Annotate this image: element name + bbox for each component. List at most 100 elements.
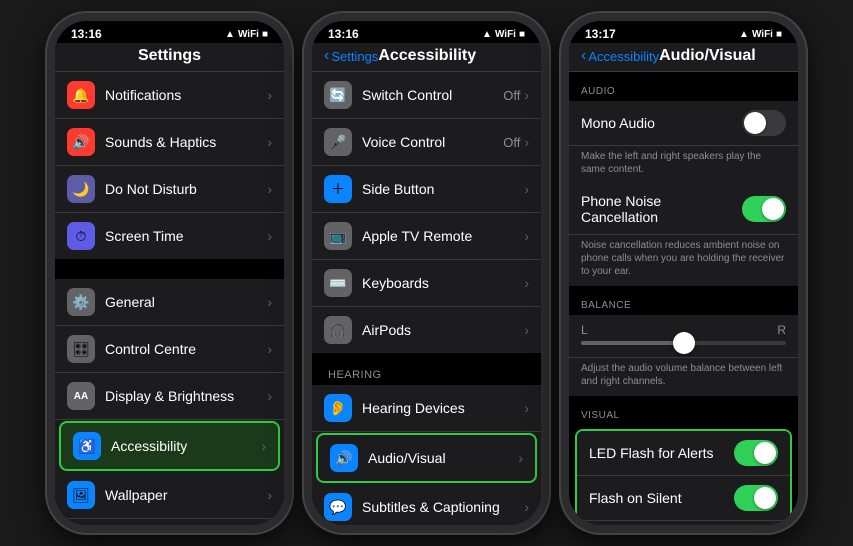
settings-item-notifications[interactable]: 🔔 Notifications ›	[55, 72, 284, 119]
physical-group: 🔄 Switch Control Off › 🎤 Voice Control O…	[312, 72, 541, 353]
notifications-label: Notifications	[105, 87, 267, 103]
screentime-label: Screen Time	[105, 228, 267, 244]
chevron-audio-visual: ›	[518, 450, 523, 466]
hearing-group: 👂 Hearing Devices › 🔊 Audio/Visual › 💬 S…	[312, 385, 541, 525]
led-flash-label: LED Flash for Alerts	[589, 445, 734, 461]
settings-item-led-flash[interactable]: LED Flash for Alerts	[577, 431, 790, 476]
switch-control-label: Switch Control	[362, 87, 503, 103]
hearing-header: HEARING	[312, 353, 541, 385]
nav-title-3: Audio/Visual	[659, 47, 756, 65]
chevron-airpods: ›	[524, 322, 529, 338]
chevron-voice-control: ›	[524, 134, 529, 150]
settings-item-side-button[interactable]: ＋ Side Button ›	[312, 166, 541, 213]
audio-visual-icon: 🔊	[330, 444, 358, 472]
settings-item-voice-control[interactable]: 🎤 Voice Control Off ›	[312, 119, 541, 166]
chevron-apple-tv: ›	[524, 228, 529, 244]
voice-control-icon: 🎤	[324, 128, 352, 156]
battery-icon-2: ■	[519, 29, 525, 40]
chevron-accessibility: ›	[261, 438, 266, 454]
status-bar-1: 13:16 ▲ WiFi ■	[55, 21, 284, 43]
settings-item-dnd[interactable]: 🌙 Do Not Disturb ›	[55, 166, 284, 213]
chevron-screentime: ›	[267, 228, 272, 244]
settings-item-hearing-devices[interactable]: 👂 Hearing Devices ›	[312, 385, 541, 432]
switch-control-icon: 🔄	[324, 81, 352, 109]
phone-audio-visual: 13:17 ▲ WiFi ■ ‹ Accessibility Audio/Vis…	[561, 13, 806, 533]
settings-item-sounds[interactable]: 🔊 Sounds & Haptics ›	[55, 119, 284, 166]
balance-group: L R Adjust the audio volume balance betw…	[569, 315, 798, 396]
airpods-label: AirPods	[362, 322, 524, 338]
settings-item-control[interactable]: 🎛 Control Centre ›	[55, 326, 284, 373]
time-2: 13:16	[328, 27, 359, 41]
chevron-keyboards: ›	[524, 275, 529, 291]
nav-back-3[interactable]: ‹ Accessibility	[581, 47, 659, 65]
settings-item-apple-tv[interactable]: 📺 Apple TV Remote ›	[312, 213, 541, 260]
visual-desc: Use LED Flash for Alerts when the ring s…	[577, 521, 790, 525]
notifications-icon: 🔔	[67, 81, 95, 109]
settings-item-general[interactable]: ⚙️ General ›	[55, 279, 284, 326]
control-icon: 🎛	[67, 335, 95, 363]
dnd-label: Do Not Disturb	[105, 181, 267, 197]
subtitles-label: Subtitles & Captioning	[362, 499, 524, 515]
settings-list-1: 🔔 Notifications › 🔊 Sounds & Haptics › 🌙…	[55, 72, 284, 525]
back-chevron-3: ‹	[581, 47, 586, 65]
settings-item-switch-control[interactable]: 🔄 Switch Control Off ›	[312, 72, 541, 119]
keyboards-icon: ⌨️	[324, 269, 352, 297]
balance-section-label: BALANCE	[569, 286, 798, 315]
balance-fill	[581, 341, 684, 345]
general-label: General	[105, 294, 267, 310]
noise-cancel-toggle[interactable]	[742, 196, 786, 222]
wifi-icon-2: WiFi	[495, 29, 516, 40]
settings-item-display[interactable]: AA Display & Brightness ›	[55, 373, 284, 420]
back-label-3: Accessibility	[588, 49, 659, 64]
keyboards-label: Keyboards	[362, 275, 524, 291]
led-flash-toggle[interactable]	[734, 440, 778, 466]
visual-group: LED Flash for Alerts Flash on Silent Use…	[577, 431, 790, 525]
nav-title-2: Accessibility	[378, 47, 476, 65]
side-button-icon: ＋	[324, 175, 352, 203]
chevron-hearing-devices: ›	[524, 400, 529, 416]
phone-settings: 13:16 ▲ WiFi ■ Settings 🔔 Notifications …	[47, 13, 292, 533]
back-chevron-2: ‹	[324, 47, 329, 65]
battery-icon-1: ■	[262, 29, 268, 40]
status-bar-2: 13:16 ▲ WiFi ■	[312, 21, 541, 43]
visual-section-label: VISUAL	[569, 396, 798, 425]
chevron-sounds: ›	[267, 134, 272, 150]
settings-item-keyboards[interactable]: ⌨️ Keyboards ›	[312, 260, 541, 307]
settings-item-screentime[interactable]: ⏱ Screen Time ›	[55, 213, 284, 259]
flash-silent-knob	[754, 487, 776, 509]
settings-item-wallpaper[interactable]: 🖼 Wallpaper ›	[55, 472, 284, 519]
display-icon: AA	[67, 382, 95, 410]
status-icons-2: ▲ WiFi ■	[482, 29, 525, 40]
settings-item-noise-cancel[interactable]: Phone Noise Cancellation	[569, 184, 798, 235]
chevron-side-button: ›	[524, 181, 529, 197]
subtitles-icon: 💬	[324, 493, 352, 521]
settings-item-mono-audio[interactable]: Mono Audio	[569, 101, 798, 146]
settings-item-airpods[interactable]: 🎧 AirPods ›	[312, 307, 541, 353]
status-icons-3: ▲ WiFi ■	[739, 29, 782, 40]
time-1: 13:16	[71, 27, 102, 41]
control-label: Control Centre	[105, 341, 267, 357]
voice-control-value: Off	[503, 135, 520, 150]
apple-tv-label: Apple TV Remote	[362, 228, 524, 244]
wallpaper-icon: 🖼	[67, 481, 95, 509]
nav-back-2[interactable]: ‹ Settings	[324, 47, 378, 65]
spacer-1	[55, 259, 284, 279]
wifi-icon-1: WiFi	[238, 29, 259, 40]
balance-container: L R	[569, 315, 798, 358]
mono-audio-toggle[interactable]	[742, 110, 786, 136]
settings-item-audio-visual[interactable]: 🔊 Audio/Visual ›	[316, 433, 537, 483]
sounds-icon: 🔊	[67, 128, 95, 156]
settings-group-1a: 🔔 Notifications › 🔊 Sounds & Haptics › 🌙…	[55, 72, 284, 259]
mono-audio-desc: Make the left and right speakers play th…	[569, 146, 798, 184]
settings-item-subtitles[interactable]: 💬 Subtitles & Captioning ›	[312, 484, 541, 525]
settings-item-siri[interactable]: 🔍 Siri & Search ›	[55, 519, 284, 525]
chevron-control: ›	[267, 341, 272, 357]
signal-icon-1: ▲	[225, 29, 235, 40]
settings-item-flash-silent[interactable]: Flash on Silent	[577, 476, 790, 521]
balance-track[interactable]	[581, 341, 786, 345]
side-button-label: Side Button	[362, 181, 524, 197]
flash-silent-toggle[interactable]	[734, 485, 778, 511]
chevron-dnd: ›	[267, 181, 272, 197]
accessibility-list: 🔄 Switch Control Off › 🎤 Voice Control O…	[312, 72, 541, 525]
settings-item-accessibility[interactable]: ♿ Accessibility ›	[59, 421, 280, 471]
